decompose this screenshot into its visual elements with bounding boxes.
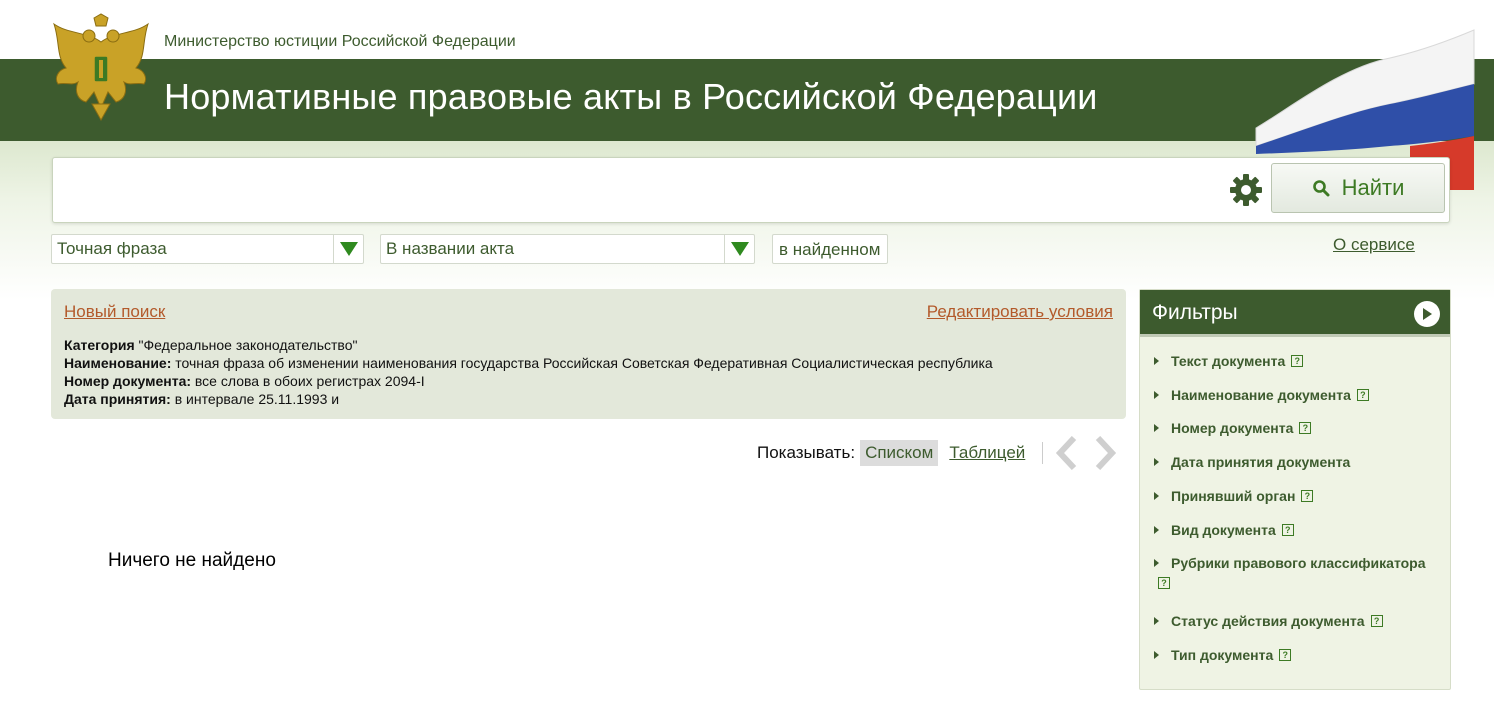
help-icon[interactable]: ? xyxy=(1281,524,1294,536)
search-icon xyxy=(1312,180,1330,197)
find-button-label: Найти xyxy=(1341,175,1405,200)
condition-line: Дата принятия: в интервале 25.11.1993 и xyxy=(64,391,340,407)
help-icon[interactable]: ? xyxy=(1356,389,1369,401)
caret-right-icon xyxy=(1154,391,1159,399)
chevron-down-icon[interactable] xyxy=(724,235,754,263)
help-icon[interactable]: ? xyxy=(1299,422,1312,434)
view-list-button[interactable]: Списком xyxy=(860,440,939,466)
filter-item-doc-kind[interactable]: Вид документа? xyxy=(1154,520,1294,540)
filter-item-date[interactable]: Дата принятия документа xyxy=(1154,452,1350,472)
in-found-button[interactable]: в найденном xyxy=(772,234,888,264)
filter-item-classifier[interactable]: Рубрики правового классификатора? xyxy=(1154,553,1444,593)
filters-title: Фильтры xyxy=(1152,301,1238,324)
search-box: Найти xyxy=(52,157,1450,223)
filter-item-status[interactable]: Статус действия документа? xyxy=(1154,611,1383,631)
help-icon[interactable]: ? xyxy=(1301,490,1314,502)
search-conditions-panel: Новый поиск Редактировать условия Катего… xyxy=(51,289,1126,419)
view-table-link[interactable]: Таблицей xyxy=(949,443,1025,463)
caret-right-icon xyxy=(1154,492,1159,500)
new-search-link[interactable]: Новый поиск xyxy=(64,302,165,322)
site-title: Нормативные правовые акты в Российской Ф… xyxy=(164,76,1098,117)
help-icon[interactable]: ? xyxy=(1158,577,1170,589)
caret-right-icon xyxy=(1154,424,1159,432)
coat-of-arms-emblem xyxy=(53,13,149,122)
filters-header: Фильтры xyxy=(1140,290,1450,337)
condition-line: Наименование: точная фраза об изменении … xyxy=(64,355,993,371)
arrow-right-circle-icon[interactable] xyxy=(1414,301,1440,327)
help-icon[interactable]: ? xyxy=(1291,355,1304,367)
help-icon[interactable]: ? xyxy=(1370,615,1383,627)
caret-right-icon xyxy=(1154,617,1159,625)
search-scope-value: В названии акта xyxy=(386,239,515,258)
chevron-left-icon[interactable] xyxy=(1054,436,1080,470)
condition-line: Категория "Федеральное законодательство" xyxy=(64,337,358,353)
filter-item-authority[interactable]: Принявший орган? xyxy=(1154,486,1314,506)
help-icon[interactable]: ? xyxy=(1279,649,1292,661)
divider xyxy=(1042,442,1043,464)
conditions-list: Категория "Федеральное законодательство"… xyxy=(64,336,993,408)
view-mode-label: Показывать: xyxy=(757,443,856,462)
filters-panel: Фильтры Текст документа? Наименование до… xyxy=(1139,289,1451,690)
chevron-right-icon[interactable] xyxy=(1092,436,1118,470)
condition-line: Номер документа: все слова в обоих регис… xyxy=(64,373,425,389)
empty-results-message: Ничего не найдено xyxy=(108,550,276,571)
chevron-down-icon[interactable] xyxy=(333,235,363,263)
filter-item-text[interactable]: Текст документа? xyxy=(1154,351,1304,371)
edit-conditions-link[interactable]: Редактировать условия xyxy=(927,302,1113,322)
filter-item-number[interactable]: Номер документа? xyxy=(1154,418,1312,438)
search-input[interactable] xyxy=(61,166,1221,214)
caret-right-icon xyxy=(1154,526,1159,534)
phrase-mode-value: Точная фраза xyxy=(57,239,167,258)
find-button[interactable]: Найти xyxy=(1271,163,1445,213)
filter-item-doc-type[interactable]: Тип документа? xyxy=(1154,645,1292,665)
caret-right-icon xyxy=(1154,559,1159,567)
view-mode-bar: Показывать: Списком Таблицей xyxy=(757,438,1025,468)
caret-right-icon xyxy=(1154,357,1159,365)
filter-item-name[interactable]: Наименование документа? xyxy=(1154,385,1369,405)
gear-icon[interactable] xyxy=(1229,173,1263,207)
caret-right-icon xyxy=(1154,651,1159,659)
caret-right-icon xyxy=(1154,458,1159,466)
phrase-mode-select[interactable]: Точная фраза xyxy=(51,234,364,264)
ministry-name: Министерство юстиции Российской Федераци… xyxy=(164,33,516,50)
search-scope-select[interactable]: В названии акта xyxy=(380,234,755,264)
about-service-link[interactable]: О сервисе xyxy=(1333,235,1415,255)
